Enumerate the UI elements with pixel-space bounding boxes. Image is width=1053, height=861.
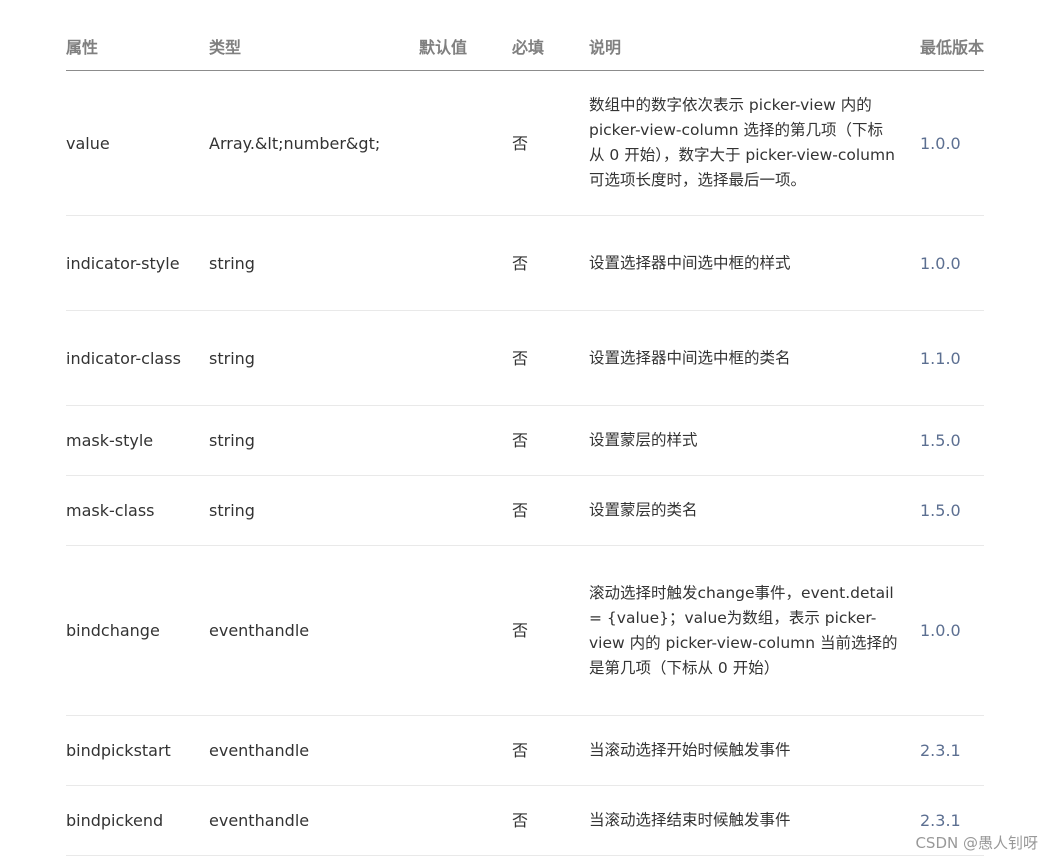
cell-type: string — [209, 310, 419, 406]
table-row: bindchange eventhandle 否 滚动选择时触发change事件… — [66, 545, 984, 716]
cell-attr: value — [66, 70, 209, 216]
cell-type: string — [209, 475, 419, 546]
cell-version: 1.5.0 — [920, 475, 984, 546]
cell-default — [419, 545, 512, 716]
cell-description: 滚动选择时触发change事件，event.detail = {value}；v… — [589, 545, 920, 716]
table-row: indicator-style string 否 设置选择器中间选中框的样式 1… — [66, 215, 984, 311]
table-row: mask-style string 否 设置蒙层的样式 1.5.0 — [66, 405, 984, 476]
cell-attr: bindpickend — [66, 785, 209, 856]
table-row: bindpickstart eventhandle 否 当滚动选择开始时候触发事… — [66, 715, 984, 786]
cell-version: 1.1.0 — [920, 310, 984, 406]
cell-required: 否 — [512, 785, 589, 856]
cell-default — [419, 785, 512, 856]
cell-attr: mask-style — [66, 405, 209, 476]
cell-description: 数组中的数字依次表示 picker-view 内的 picker-view-co… — [589, 70, 920, 216]
cell-version: 1.5.0 — [920, 405, 984, 476]
table-row: indicator-class string 否 设置选择器中间选中框的类名 1… — [66, 310, 984, 406]
cell-version: 1.0.0 — [920, 70, 984, 216]
cell-required: 否 — [512, 215, 589, 311]
cell-attr: bindchange — [66, 545, 209, 716]
header-attr: 属性 — [66, 22, 209, 71]
cell-required: 否 — [512, 715, 589, 786]
properties-table: 属性 类型 默认值 必填 说明 最低版本 value Array.&lt;num… — [66, 22, 984, 856]
cell-description: 设置蒙层的样式 — [589, 405, 920, 476]
cell-type: eventhandle — [209, 715, 419, 786]
cell-default — [419, 310, 512, 406]
csdn-watermark: CSDN @愚人钊呀 — [915, 834, 1038, 852]
cell-default — [419, 405, 512, 476]
cell-attr: indicator-style — [66, 215, 209, 311]
cell-default — [419, 215, 512, 311]
cell-description: 当滚动选择开始时候触发事件 — [589, 715, 920, 786]
cell-description: 设置选择器中间选中框的样式 — [589, 215, 920, 311]
cell-default — [419, 70, 512, 216]
table-row: value Array.&lt;number&gt; 否 数组中的数字依次表示 … — [66, 70, 984, 216]
cell-required: 否 — [512, 405, 589, 476]
cell-required: 否 — [512, 70, 589, 216]
cell-description: 当滚动选择结束时候触发事件 — [589, 785, 920, 856]
cell-required: 否 — [512, 475, 589, 546]
cell-description: 设置选择器中间选中框的类名 — [589, 310, 920, 406]
cell-type: string — [209, 215, 419, 311]
header-description: 说明 — [589, 22, 920, 71]
cell-version: 1.0.0 — [920, 215, 984, 311]
cell-default — [419, 715, 512, 786]
cell-required: 否 — [512, 545, 589, 716]
cell-attr: bindpickstart — [66, 715, 209, 786]
cell-type: eventhandle — [209, 785, 419, 856]
header-type: 类型 — [209, 22, 419, 71]
cell-default — [419, 475, 512, 546]
header-default: 默认值 — [419, 22, 512, 71]
table-row: bindpickend eventhandle 否 当滚动选择结束时候触发事件 … — [66, 785, 984, 856]
table-header-row: 属性 类型 默认值 必填 说明 最低版本 — [66, 22, 984, 71]
cell-required: 否 — [512, 310, 589, 406]
table-row: mask-class string 否 设置蒙层的类名 1.5.0 — [66, 475, 984, 546]
header-version: 最低版本 — [920, 22, 984, 71]
cell-type: Array.&lt;number&gt; — [209, 70, 419, 216]
cell-type: string — [209, 405, 419, 476]
cell-attr: mask-class — [66, 475, 209, 546]
cell-version: 2.3.1 — [920, 715, 984, 786]
cell-description: 设置蒙层的类名 — [589, 475, 920, 546]
cell-version: 1.0.0 — [920, 545, 984, 716]
header-required: 必填 — [512, 22, 589, 71]
cell-attr: indicator-class — [66, 310, 209, 406]
cell-type: eventhandle — [209, 545, 419, 716]
